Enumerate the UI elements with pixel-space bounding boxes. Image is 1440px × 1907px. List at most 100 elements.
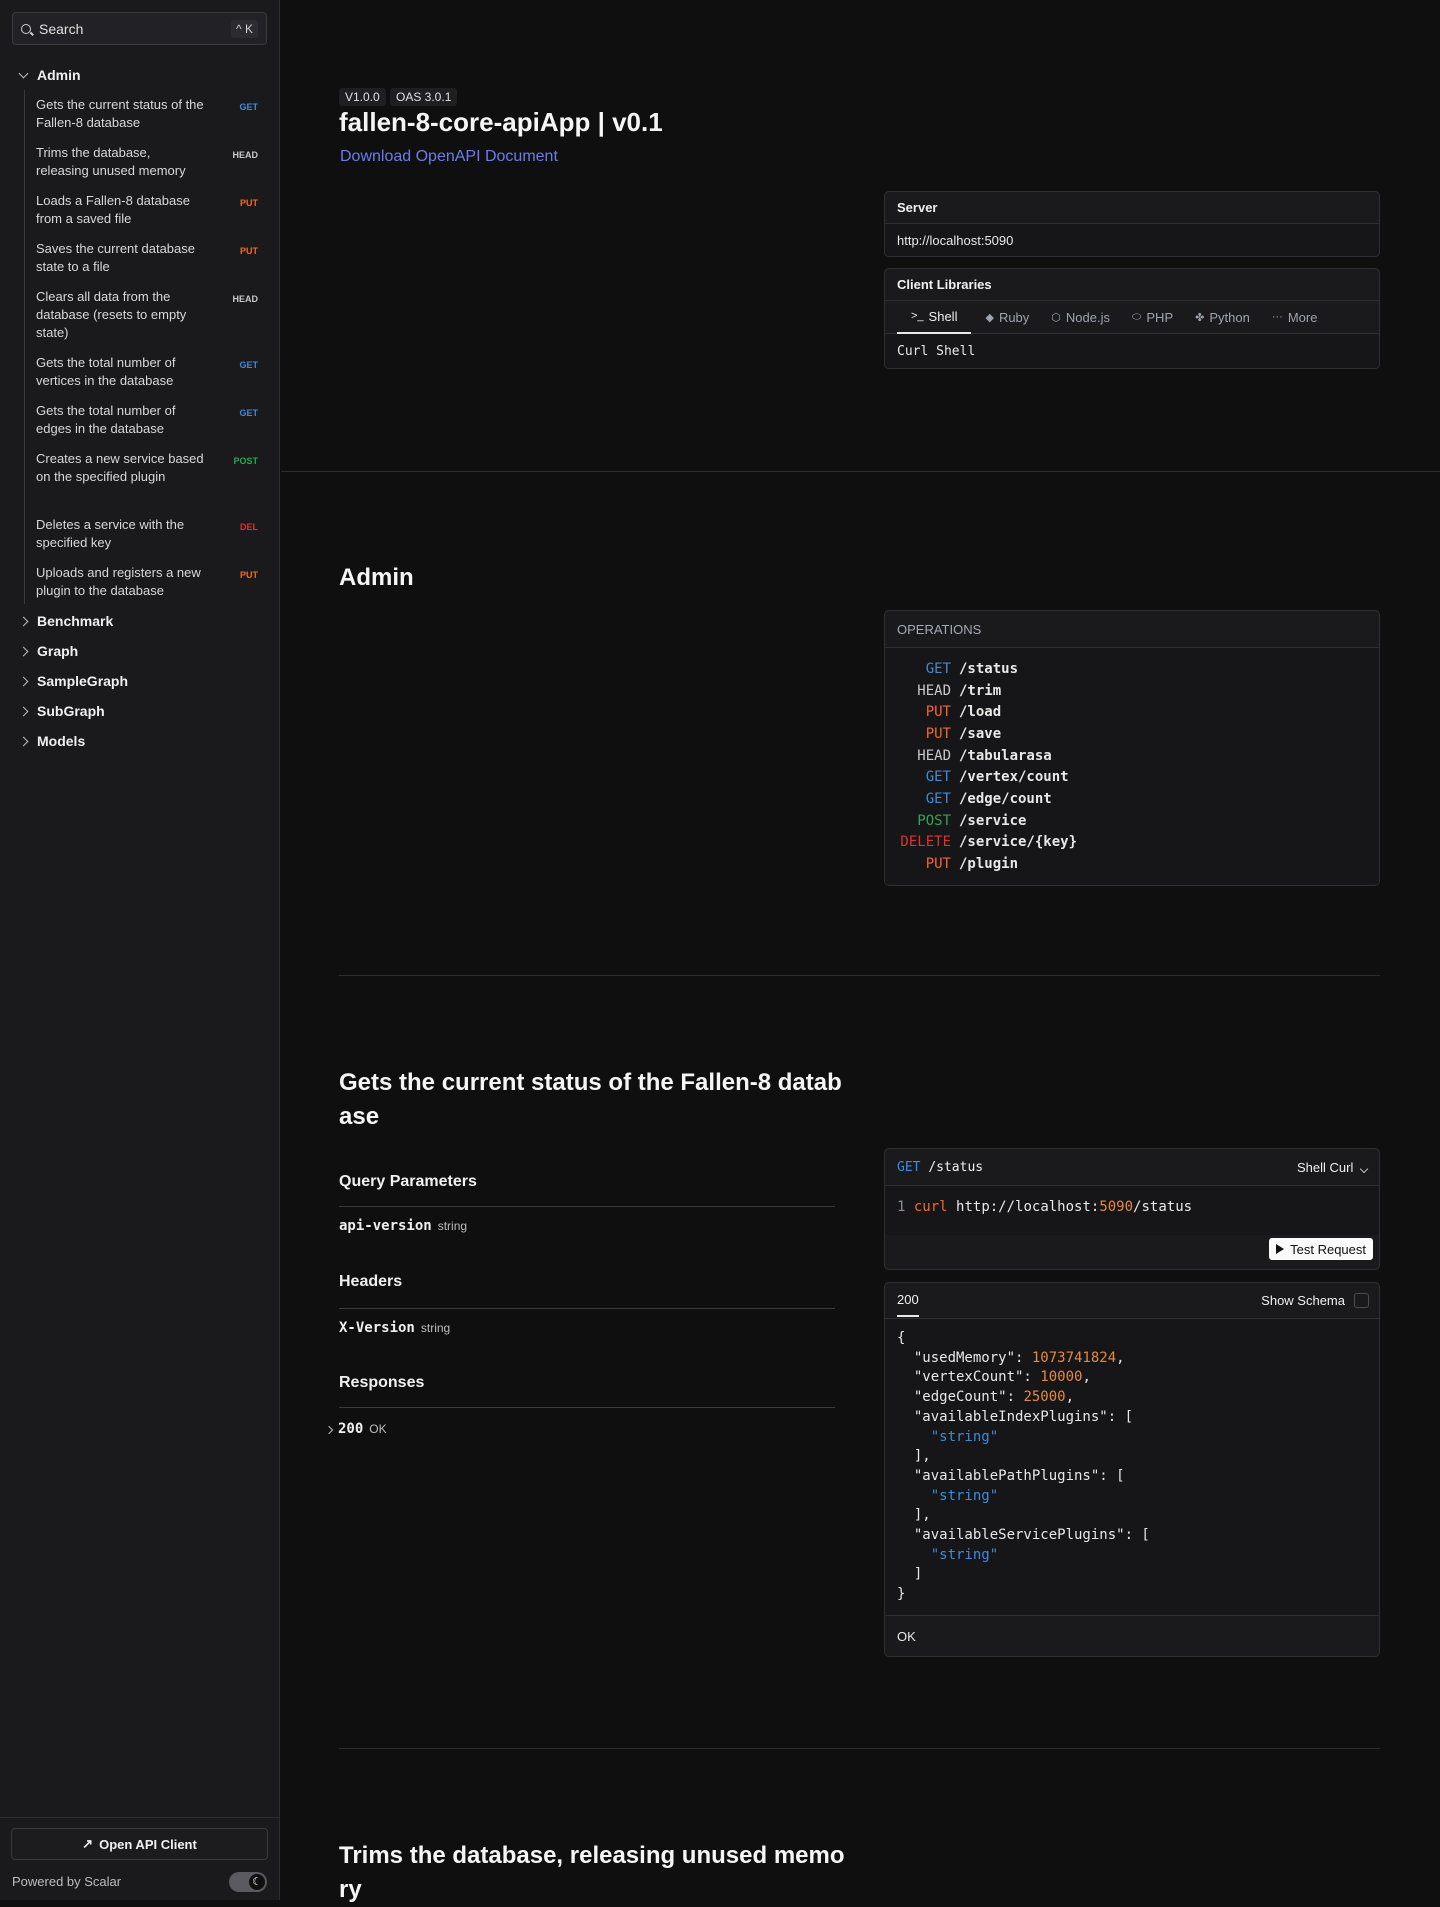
operation-row[interactable]: HEAD/trim xyxy=(885,680,1379,702)
chevron-down-icon xyxy=(18,68,29,78)
show-schema-label: Show Schema xyxy=(1261,1293,1345,1308)
client-libraries-label: Client Libraries xyxy=(885,269,1379,301)
tab-nodejs[interactable]: ⬡ Node.js xyxy=(1051,301,1110,334)
section-divider xyxy=(339,1748,1380,1749)
response-example-card: 200 Show Schema { "usedMemory": 10737418… xyxy=(884,1282,1380,1657)
ruby-icon: ◆ xyxy=(985,311,994,324)
response-footer: OK xyxy=(885,1615,1379,1656)
sidebar-item-status[interactable]: Gets the current status of the Fallen-8 … xyxy=(36,96,266,132)
tab-response-200[interactable]: 200 xyxy=(897,1284,919,1317)
chevron-right-icon xyxy=(18,616,29,626)
tab-ruby[interactable]: ◆ Ruby xyxy=(985,301,1029,334)
sidebar-group-subgraph[interactable]: SubGraph xyxy=(0,701,280,721)
operations-card: OPERATIONS GET/status HEAD/trim PUT/load… xyxy=(884,610,1380,886)
theme-toggle[interactable]: ☾ xyxy=(229,1872,267,1892)
response-200-toggle[interactable]: 200 OK xyxy=(324,1421,387,1437)
sidebar-group-benchmark[interactable]: Benchmark xyxy=(0,611,280,631)
divider xyxy=(339,1407,835,1408)
sidebar-item-edge-count[interactable]: Gets the total number of edges in the da… xyxy=(36,402,266,438)
operations-label: OPERATIONS xyxy=(885,611,1379,648)
search-shortcut: ^ K xyxy=(231,19,258,38)
chevron-down-icon xyxy=(1359,1164,1369,1173)
terminal-icon: >_ xyxy=(911,310,924,322)
sidebar-group-samplegraph[interactable]: SampleGraph xyxy=(0,671,280,691)
server-card: Server http://localhost:5090 xyxy=(884,191,1380,257)
sidebar-group-graph[interactable]: Graph xyxy=(0,641,280,661)
sidebar-item-service-delete[interactable]: Deletes a service with the specified key… xyxy=(36,516,266,552)
query-params-heading: Query Parameters xyxy=(339,1173,477,1190)
tab-python[interactable]: ✤ Python xyxy=(1195,301,1250,334)
sidebar-item-load[interactable]: Loads a Fallen-8 database from a saved f… xyxy=(36,192,266,228)
tab-php[interactable]: ⬭ PHP xyxy=(1132,301,1173,334)
show-schema-checkbox[interactable] xyxy=(1354,1293,1369,1308)
sidebar-item-vertex-count[interactable]: Gets the total number of vertices in the… xyxy=(36,354,266,390)
response-body: { "usedMemory": 1073741824, "vertexCount… xyxy=(885,1319,1379,1615)
section-title-admin: Admin xyxy=(339,564,414,591)
search-icon xyxy=(21,23,31,34)
responses-heading: Responses xyxy=(339,1374,425,1391)
sidebar-item-tabularasa[interactable]: Clears all data from the database (reset… xyxy=(36,288,266,342)
powered-by: Powered by Scalar xyxy=(12,1874,122,1889)
divider xyxy=(339,1308,835,1309)
operation-row[interactable]: PUT/load xyxy=(885,701,1379,723)
response-tabs: 200 Show Schema xyxy=(885,1283,1379,1319)
headers-heading: Headers xyxy=(339,1273,403,1290)
operation-row[interactable]: GET/edge/count xyxy=(885,788,1379,810)
main-content: V1.0.0 OAS 3.0.1 fallen-8-core-apiApp | … xyxy=(281,0,1440,1903)
chevron-right-icon xyxy=(324,1425,334,1435)
page-title: fallen-8-core-apiApp | v0.1 xyxy=(339,107,663,137)
endpoint-title-trim: Trims the database, releasing unused mem… xyxy=(339,1842,845,1903)
external-arrow-icon: ↗ xyxy=(82,1836,94,1851)
sidebar-item-service-create[interactable]: Creates a new service based on the speci… xyxy=(36,450,266,486)
operations-list: GET/status HEAD/trim PUT/load PUT/save H… xyxy=(885,648,1379,885)
server-url[interactable]: http://localhost:5090 xyxy=(885,224,1379,256)
chevron-right-icon xyxy=(18,706,29,716)
search-input[interactable]: Search ^ K xyxy=(12,12,267,45)
moon-icon: ☾ xyxy=(249,1874,265,1890)
section-divider xyxy=(339,975,1380,976)
tab-shell[interactable]: >_ Shell xyxy=(897,301,972,334)
sidebar-group-admin[interactable]: Admin xyxy=(0,65,280,85)
tab-more[interactable]: ··· More xyxy=(1272,301,1318,334)
operation-row[interactable]: DELETE/service/{key} xyxy=(885,832,1379,854)
query-param-api-version: api-version string xyxy=(339,1218,468,1234)
sidebar-item-plugin[interactable]: Uploads and registers a new plugin to th… xyxy=(36,564,266,600)
operation-row[interactable]: HEAD/tabularasa xyxy=(885,745,1379,767)
sidebar-footer: ↗ Open API Client Powered by Scalar ☾ xyxy=(0,1817,280,1900)
request-header: GET /status Shell Curl xyxy=(885,1149,1379,1186)
chevron-right-icon xyxy=(18,646,29,656)
operation-row[interactable]: PUT/save xyxy=(885,723,1379,745)
operation-row[interactable]: POST/service xyxy=(885,810,1379,832)
server-label: Server xyxy=(885,192,1379,224)
more-icon: ··· xyxy=(1271,311,1283,323)
operation-row[interactable]: GET/vertex/count xyxy=(885,766,1379,788)
client-tabs: >_ Shell ◆ Ruby ⬡ Node.js ⬭ PHP ✤ Python ··· M… xyxy=(885,301,1379,334)
python-icon: ✤ xyxy=(1195,311,1205,324)
chevron-right-icon xyxy=(18,736,29,746)
download-openapi-link[interactable]: Download OpenAPI Document xyxy=(340,148,558,166)
sidebar-item-save[interactable]: Saves the current database state to a fi… xyxy=(36,240,266,276)
play-icon xyxy=(1276,1244,1285,1254)
search-placeholder: Search xyxy=(39,20,84,37)
divider xyxy=(339,1206,835,1207)
operation-row[interactable]: PUT/plugin xyxy=(885,853,1379,875)
sidebar-group-label: Admin xyxy=(37,67,81,83)
operation-row[interactable]: GET/status xyxy=(885,658,1379,680)
nodejs-icon: ⬡ xyxy=(1051,311,1061,324)
selected-client: Curl Shell xyxy=(885,334,1379,368)
php-icon: ⬭ xyxy=(1131,310,1142,323)
test-request-button[interactable]: Test Request xyxy=(1269,1238,1373,1260)
client-libraries-card: Client Libraries >_ Shell ◆ Ruby ⬡ Node.js … xyxy=(884,268,1380,369)
language-select[interactable]: Shell Curl xyxy=(1297,1160,1369,1175)
version-badge: V1.0.0 xyxy=(339,88,386,106)
oas-badge: OAS 3.0.1 xyxy=(390,88,458,106)
open-api-client-button[interactable]: ↗ Open API Client xyxy=(11,1828,268,1860)
sidebar: Search ^ K Admin Gets the current status… xyxy=(0,0,280,1900)
endpoint-title-status: Gets the current status of the Fallen-8 … xyxy=(339,1069,842,1130)
sidebar-group-models[interactable]: Models xyxy=(0,731,280,751)
chevron-right-icon xyxy=(18,676,29,686)
curl-command: 1 curl http://localhost:5090/status xyxy=(885,1186,1379,1235)
header-x-version: X-Version string xyxy=(339,1320,451,1336)
sidebar-item-trim[interactable]: Trims the database, releasing unused mem… xyxy=(36,144,266,180)
section-divider xyxy=(281,471,1440,472)
